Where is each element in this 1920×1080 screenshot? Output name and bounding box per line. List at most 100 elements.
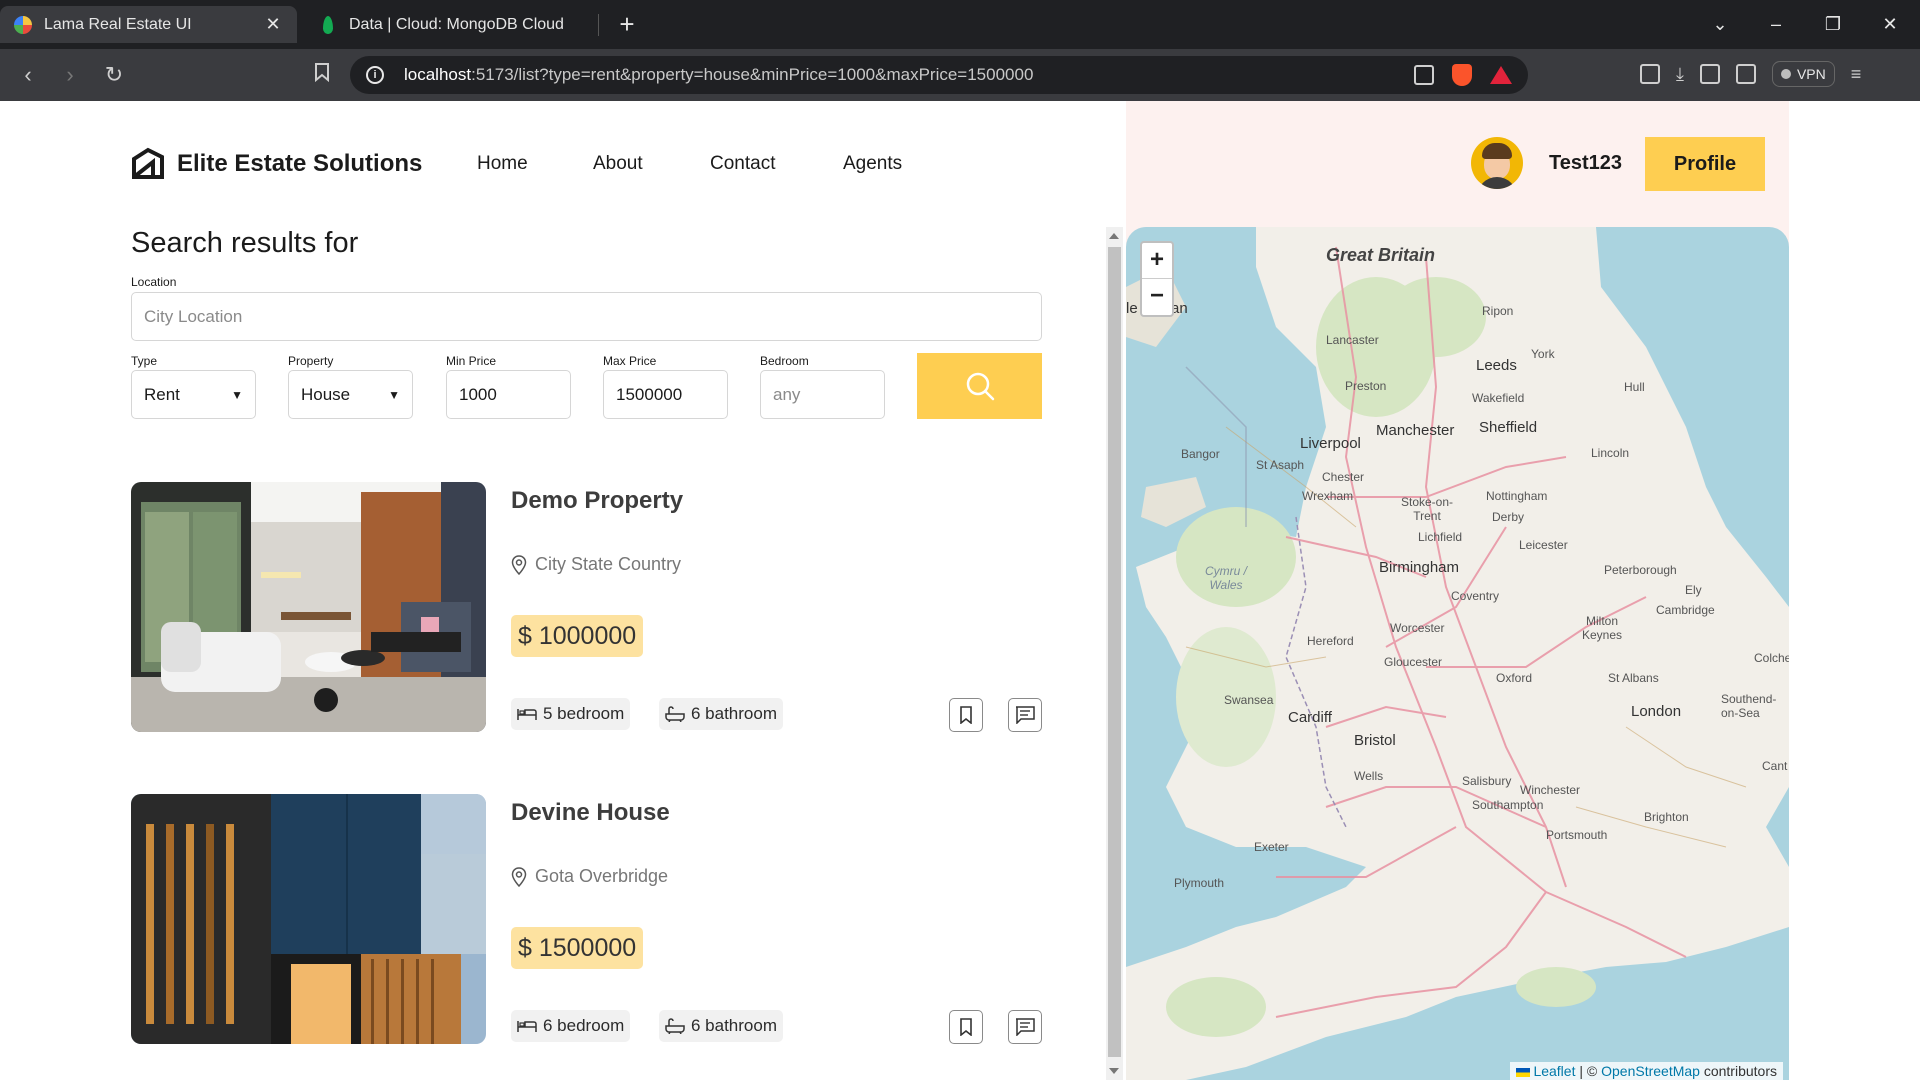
save-button[interactable] (949, 1010, 983, 1044)
close-tab-icon[interactable]: ✕ (263, 14, 283, 35)
page-title: Search results for (131, 227, 359, 259)
location-input[interactable]: City Location (131, 292, 1042, 341)
map-label-stoke: Stoke-on-Trent (1400, 495, 1454, 523)
leaflet-link[interactable]: Leaflet (1533, 1063, 1575, 1079)
scroll-up-icon[interactable] (1109, 233, 1119, 239)
map-label-worcester: Worcester (1390, 621, 1445, 635)
extensions-icon[interactable] (1640, 64, 1660, 84)
map-label-bristol: Bristol (1354, 732, 1396, 749)
menu-icon[interactable]: ≡ (1851, 64, 1862, 85)
list-scrollbar[interactable] (1106, 227, 1123, 1080)
tab-list-chevron-icon[interactable]: ⌄ (1702, 10, 1738, 38)
map-label-sheffield: Sheffield (1479, 419, 1538, 436)
map-label-coventry: Coventry (1451, 589, 1500, 603)
tab-mongodb-cloud[interactable]: Data | Cloud: MongoDB Cloud (305, 6, 595, 43)
profile-button[interactable]: Profile (1645, 137, 1765, 191)
map-label-colchester: Colches (1754, 651, 1789, 665)
osm-link[interactable]: OpenStreetMap (1601, 1063, 1700, 1079)
map-label-chester: Chester (1322, 470, 1365, 484)
map-label-cambridge: Cambridge (1656, 603, 1715, 617)
chat-icon (1016, 1018, 1035, 1036)
zoom-in-button[interactable]: + (1142, 243, 1172, 279)
map-label-st-asaph: St Asaph (1256, 458, 1305, 472)
location-pin-icon (511, 554, 527, 575)
address-bar[interactable]: i localhost:5173/list?type=rent&property… (350, 56, 1528, 94)
map-label-gloucester: Gloucester (1384, 655, 1443, 669)
new-tab-icon[interactable]: + (612, 10, 642, 38)
user-info[interactable]: Test123 (1471, 137, 1622, 189)
bedroom-count: 6 bedroom (511, 1010, 631, 1042)
search-button[interactable] (917, 353, 1042, 419)
map-label-lincoln: Lincoln (1591, 446, 1630, 460)
bathroom-text: 6 bathroom (691, 704, 777, 723)
map-label-southampton: Southampton (1472, 798, 1544, 812)
site-info-icon[interactable]: i (366, 66, 384, 84)
nav-contact[interactable]: Contact (710, 153, 775, 175)
vpn-button[interactable]: VPN (1771, 61, 1835, 87)
min-price-input[interactable]: 1000 (446, 370, 571, 419)
max-price-label: Max Price (603, 354, 657, 368)
chevron-down-icon: ▼ (388, 387, 400, 402)
listing-title[interactable]: Demo Property (511, 487, 683, 515)
property-label: Property (288, 354, 334, 368)
back-icon[interactable]: ‹ (12, 61, 44, 89)
sidebar-icon[interactable] (1699, 64, 1720, 84)
max-price-input[interactable]: 1500000 (603, 370, 728, 419)
map-label-swansea: Swansea (1224, 693, 1274, 707)
attribution-contributors: contributors (1703, 1063, 1777, 1079)
brave-shields-icon[interactable] (1452, 64, 1472, 86)
map-view[interactable]: Great Britain le of Man Ripon Lancaster … (1126, 227, 1789, 1080)
map-label-cardiff: Cardiff (1288, 709, 1332, 726)
listing-card[interactable]: Devine House Gota Overbridge $ 1500000 6… (131, 794, 1042, 1044)
listing-address: Gota Overbridge (511, 866, 668, 887)
type-label: Type (131, 354, 158, 368)
avatar[interactable] (1471, 137, 1523, 189)
map-label-wells: Wells (1354, 769, 1384, 783)
browser-tabbar: Lama Real Estate UI ✕ Data | Cloud: Mong… (0, 0, 1920, 49)
scrollbar-thumb[interactable] (1108, 247, 1121, 1057)
bedroom-input[interactable]: any (760, 370, 885, 419)
map-label-ripon: Ripon (1482, 304, 1514, 318)
minimize-icon[interactable]: – (1758, 10, 1794, 38)
property-image[interactable] (131, 794, 486, 1044)
map-label-london: London (1631, 703, 1682, 720)
tab-lama-real-estate[interactable]: Lama Real Estate UI ✕ (0, 6, 297, 43)
share-icon[interactable] (1414, 65, 1434, 85)
web-page: Elite Estate Solutions Home About Contac… (0, 101, 1920, 1080)
brand-logo[interactable]: Elite Estate Solutions (131, 147, 422, 181)
map-label-st-albans: St Albans (1608, 671, 1659, 685)
forward-icon[interactable]: › (54, 61, 86, 89)
chat-button[interactable] (1008, 698, 1042, 732)
save-button[interactable] (949, 698, 983, 732)
map-label-derby: Derby (1492, 510, 1525, 524)
url-host: localhost (404, 65, 472, 84)
nav-about[interactable]: About (593, 153, 643, 175)
scroll-down-icon[interactable] (1109, 1068, 1119, 1074)
map-label-canterbury: Cant (1762, 759, 1788, 773)
bookmark-page-icon[interactable] (306, 61, 338, 89)
close-window-icon[interactable]: ✕ (1872, 10, 1908, 38)
wallet-icon[interactable] (1735, 64, 1756, 84)
property-image[interactable] (131, 482, 486, 732)
download-icon[interactable]: ⤓ (1676, 64, 1684, 85)
map-attribution: Leaflet | © OpenStreetMap contributors (1509, 1062, 1783, 1080)
restore-icon[interactable]: ❐ (1815, 10, 1851, 38)
listing-card[interactable]: Demo Property City State Country $ 10000… (131, 482, 1042, 732)
map-label-manchester: Manchester (1376, 422, 1455, 439)
map-label-cymru-wales: Cymru / Wales (1205, 564, 1247, 592)
zoom-out-button[interactable]: − (1142, 279, 1172, 315)
map-label-nottingham: Nottingham (1486, 489, 1548, 503)
min-price-label: Min Price (446, 354, 497, 368)
map-label-ely: Ely (1685, 583, 1702, 597)
chat-button[interactable] (1008, 1010, 1042, 1044)
brave-rewards-icon[interactable] (1490, 66, 1512, 84)
nav-agents[interactable]: Agents (843, 153, 902, 175)
map-tiles (1126, 227, 1789, 1080)
listing-title[interactable]: Devine House (511, 799, 670, 827)
reload-icon[interactable]: ↻ (98, 61, 130, 89)
property-select[interactable]: House ▼ (288, 370, 413, 419)
nav-home[interactable]: Home (477, 153, 528, 175)
type-select[interactable]: Rent ▼ (131, 370, 256, 419)
browser-toolbar: ‹ › ↻ i localhost:5173/list?type=rent&pr… (0, 49, 1920, 101)
map-label-liverpool: Liverpool (1300, 435, 1361, 452)
